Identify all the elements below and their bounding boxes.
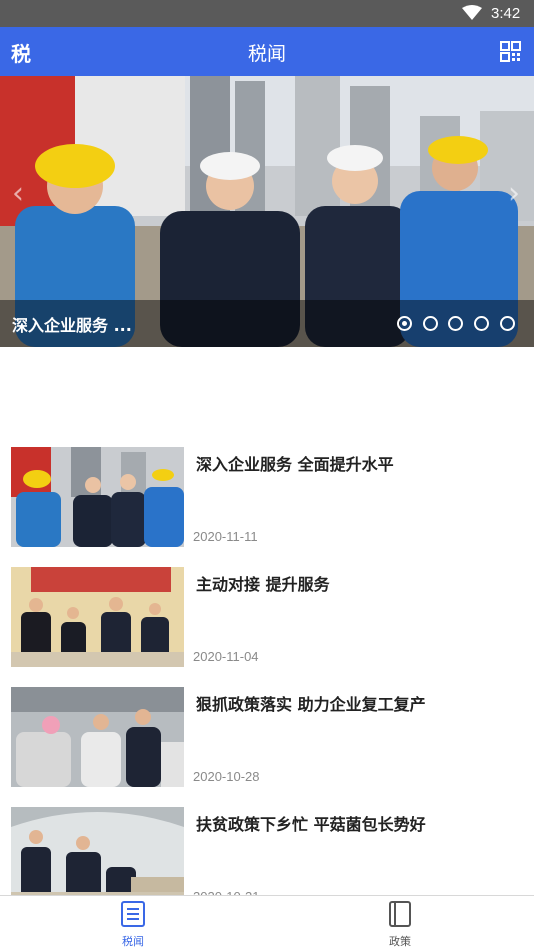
news-headline: 深入企业服务 全面提升水平 xyxy=(196,455,394,474)
nav-item-news[interactable]: 税闻 xyxy=(83,900,183,949)
news-item[interactable]: 深入企业服务 全面提升水平 2020-11-11 xyxy=(0,447,534,548)
status-bar: 3:42 xyxy=(0,0,534,27)
prev-arrow-icon[interactable]: ‹ xyxy=(12,176,24,211)
news-headline: 狠抓政策落实 助力企业复工复产 xyxy=(196,695,426,714)
news-item[interactable]: 主动对接 提升服务 2020-11-04 xyxy=(0,567,534,668)
next-arrow-icon[interactable]: › xyxy=(508,176,520,211)
grid-menu-icon[interactable] xyxy=(500,41,522,63)
clock: 3:42 xyxy=(491,5,521,22)
nav-item-policy[interactable]: 政策 xyxy=(350,900,450,949)
news-icon xyxy=(121,901,145,927)
banner-caption-bar: 深入企业服务 ... xyxy=(0,300,534,347)
app-bar: 税 税闻 xyxy=(0,27,534,76)
nav-label: 政策 xyxy=(389,935,411,948)
news-date: 2020-11-11 xyxy=(193,529,258,544)
wifi-icon xyxy=(462,5,482,20)
news-item[interactable]: 狠抓政策落实 助力企业复工复产 2020-10-28 xyxy=(0,687,534,788)
news-date: 2020-11-04 xyxy=(193,649,259,664)
news-date: 2020-10-28 xyxy=(193,769,260,784)
book-icon xyxy=(389,901,411,927)
news-thumbnail xyxy=(11,447,184,547)
carousel-dot-4[interactable] xyxy=(474,316,489,331)
nav-label: 税闻 xyxy=(122,935,144,948)
news-thumbnail xyxy=(11,687,184,787)
carousel-dot-5[interactable] xyxy=(500,316,515,331)
carousel-dot-1[interactable] xyxy=(397,316,412,331)
carousel-dot-2[interactable] xyxy=(423,316,438,331)
news-headline: 扶贫政策下乡忙 平菇菌包长势好 xyxy=(196,815,426,834)
carousel-dot-3[interactable] xyxy=(448,316,463,331)
news-item[interactable]: 扶贫政策下乡忙 平菇菌包长势好 2020-10-21 xyxy=(0,807,534,908)
banner-caption: 深入企业服务 ... xyxy=(12,316,132,335)
news-thumbnail xyxy=(11,807,184,907)
page-title: 税闻 xyxy=(247,43,286,65)
news-thumbnail xyxy=(11,567,184,667)
banner-carousel[interactable]: ‹ › 深入企业服务 ... xyxy=(0,76,534,347)
news-headline: 主动对接 提升服务 xyxy=(196,575,330,594)
bottom-navigation: 税闻 政策 xyxy=(0,895,534,949)
